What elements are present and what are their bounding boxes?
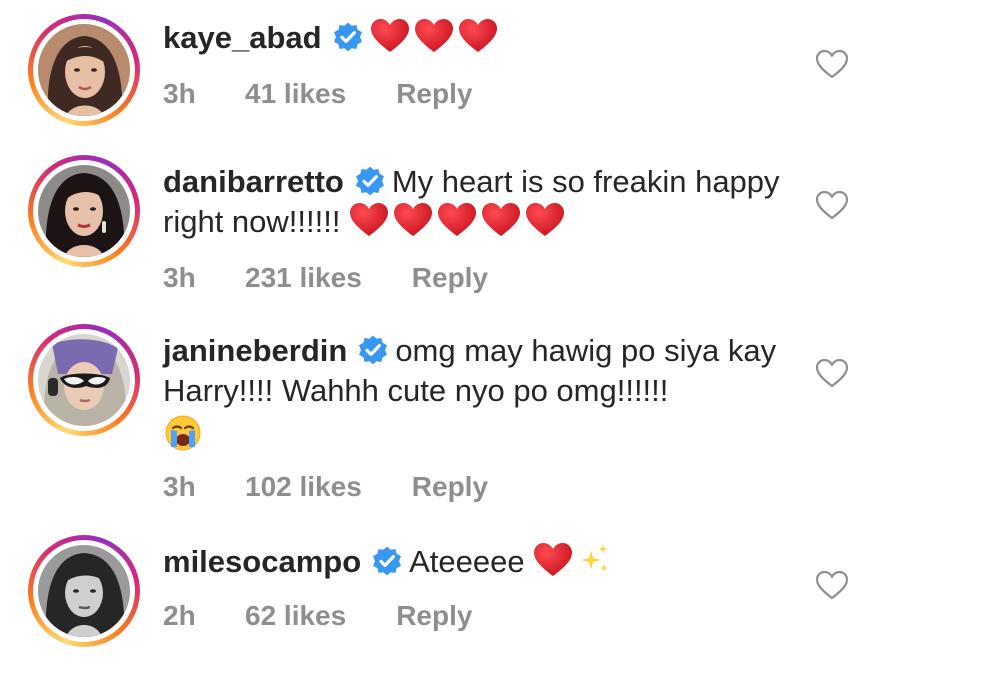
avatar-photo	[38, 334, 130, 426]
timestamp: 3h	[163, 471, 196, 502]
timestamp: 3h	[163, 262, 196, 293]
comment-body: kaye_abad	[163, 18, 803, 64]
red-heart-icon	[458, 18, 498, 54]
loudly-crying-face-icon	[165, 415, 201, 451]
emoji-group	[533, 542, 611, 588]
verified-badge-icon	[371, 545, 403, 577]
comment-meta: 3h 102 likes Reply	[163, 471, 488, 503]
verified-badge-icon	[357, 334, 389, 366]
comment-body: milesocampo Ateeeee	[163, 542, 803, 588]
timestamp: 2h	[163, 600, 196, 631]
username[interactable]: janineberdin	[163, 333, 347, 368]
verified-badge-icon	[332, 21, 364, 53]
verified-badge-icon	[354, 165, 386, 197]
username[interactable]: kaye_abad	[163, 20, 322, 55]
likes-count[interactable]: 41 likes	[245, 78, 346, 110]
avatar-ring-gap	[33, 160, 135, 262]
avatar[interactable]	[28, 155, 140, 267]
reply-button[interactable]: Reply	[396, 600, 472, 632]
red-heart-icon	[349, 202, 389, 238]
comment-text: Ateeeee	[409, 544, 525, 579]
avatar[interactable]	[28, 14, 140, 126]
heart-outline-icon[interactable]	[815, 570, 849, 600]
comment-body: danibarretto My heart is so freakin happy…	[163, 162, 803, 248]
avatar-photo	[38, 545, 130, 637]
avatar-ring-gap	[33, 19, 135, 121]
likes-count[interactable]: 62 likes	[245, 600, 346, 632]
emoji-row	[163, 413, 803, 463]
red-heart-icon	[525, 202, 565, 238]
red-heart-icon	[437, 202, 477, 238]
reply-button[interactable]: Reply	[396, 78, 472, 110]
heart-outline-icon[interactable]	[815, 190, 849, 220]
avatar-ring-gap	[33, 329, 135, 431]
likes-count[interactable]: 231 likes	[245, 262, 362, 294]
avatar-photo	[38, 165, 130, 257]
emoji-hearts	[349, 202, 569, 248]
avatar-photo	[38, 24, 130, 116]
likes-count[interactable]: 102 likes	[245, 471, 362, 503]
sparkles-icon	[581, 544, 609, 572]
avatar-ring-gap	[33, 540, 135, 642]
red-heart-icon	[393, 202, 433, 238]
red-heart-icon	[414, 18, 454, 54]
comment-meta: 3h 231 likes Reply	[163, 262, 488, 294]
username[interactable]: milesocampo	[163, 544, 361, 579]
avatar[interactable]	[28, 535, 140, 647]
comment-body: janineberdin omg may hawig po siya kay Ha…	[163, 331, 803, 463]
emoji-hearts	[370, 18, 502, 64]
reply-button[interactable]: Reply	[412, 262, 488, 294]
heart-outline-icon[interactable]	[815, 358, 849, 388]
timestamp: 3h	[163, 78, 196, 109]
red-heart-icon	[481, 202, 521, 238]
comment-meta: 2h 62 likes Reply	[163, 600, 472, 632]
avatar[interactable]	[28, 324, 140, 436]
red-heart-icon	[533, 542, 573, 578]
heart-outline-icon[interactable]	[815, 49, 849, 79]
reply-button[interactable]: Reply	[412, 471, 488, 503]
red-heart-icon	[370, 18, 410, 54]
username[interactable]: danibarretto	[163, 164, 344, 199]
comment-meta: 3h 41 likes Reply	[163, 78, 472, 110]
